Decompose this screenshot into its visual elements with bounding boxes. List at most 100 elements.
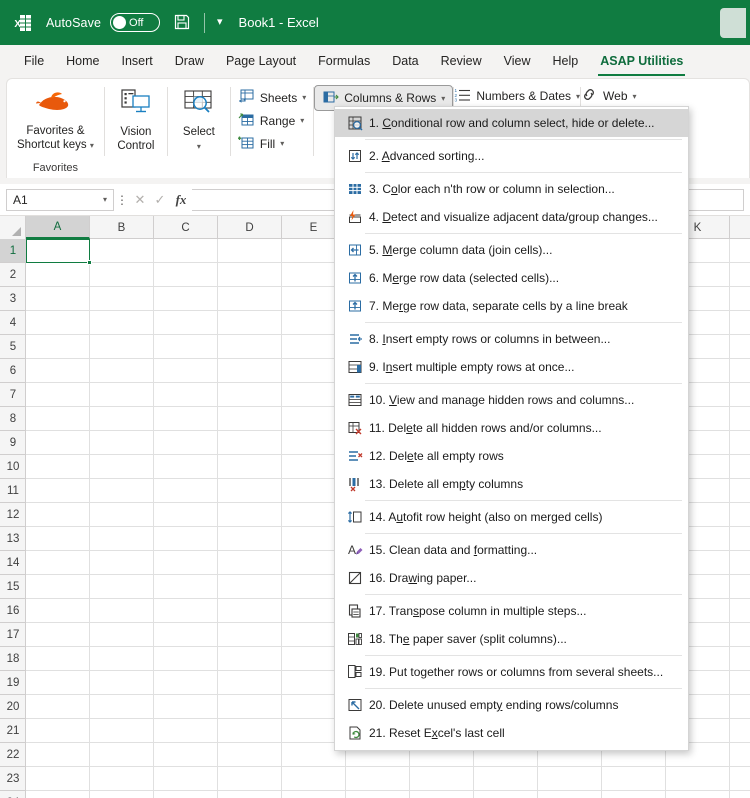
tab-help[interactable]: Help: [543, 50, 589, 73]
column-header-B[interactable]: B: [90, 216, 154, 239]
row-header-22[interactable]: 22: [0, 743, 26, 767]
tab-page-layout[interactable]: Page Layout: [216, 50, 306, 73]
tab-insert[interactable]: Insert: [112, 50, 163, 73]
column-header-D[interactable]: D: [218, 216, 282, 239]
row-header-6[interactable]: 6: [0, 359, 26, 383]
menu-item-label: 8. Insert empty rows or columns in betwe…: [369, 332, 611, 346]
menu-item-label: 11. Delete all hidden rows and/or column…: [369, 421, 602, 435]
tab-formulas[interactable]: Formulas: [308, 50, 380, 73]
qat-separator: [204, 12, 206, 33]
menu-item-11[interactable]: 11. Delete all hidden rows and/or column…: [335, 414, 688, 442]
row-header-4[interactable]: 4: [0, 311, 26, 335]
menu-separator: [365, 655, 682, 656]
menu-item-2[interactable]: 2. Advanced sorting...: [335, 142, 688, 170]
menu-item-21[interactable]: 21. Reset Excel's last cell: [335, 719, 688, 747]
row-header-1[interactable]: 1: [0, 239, 26, 263]
vertical-dots-icon[interactable]: ⋮: [114, 194, 130, 206]
menu-item-10[interactable]: 10. View and manage hidden rows and colu…: [335, 386, 688, 414]
row-header-21[interactable]: 21: [0, 719, 26, 743]
menu-item-17[interactable]: 17. Transpose column in multiple steps..…: [335, 597, 688, 625]
name-box[interactable]: A1 ▾: [6, 188, 114, 211]
menu-item-label: 15. Clean data and formatting...: [369, 543, 538, 557]
enter-check-icon[interactable]: ✓: [150, 192, 170, 208]
menu-item-18[interactable]: 18. The paper saver (split columns)...: [335, 625, 688, 653]
tab-home[interactable]: Home: [56, 50, 109, 73]
excel-window: X AutoSave Off ▾ Book1 - Excel File Home…: [0, 0, 750, 798]
menu-separator: [365, 594, 682, 595]
chevron-down-icon: ▾: [196, 142, 201, 151]
row-header-17[interactable]: 17: [0, 623, 26, 647]
menu-item-14[interactable]: 14. Autofit row height (also on merged c…: [335, 503, 688, 531]
range-button[interactable]: Range ▾: [238, 112, 306, 130]
autosave-toggle[interactable]: Off: [110, 13, 161, 32]
menu-item-4[interactable]: 4. Detect and visualize adjacent data/gr…: [335, 203, 688, 231]
grid-line: [153, 239, 154, 798]
menu-item-6[interactable]: 6. Merge row data (selected cells)...: [335, 264, 688, 292]
menu-item-15[interactable]: A 15. Clean data and formatting...: [335, 536, 688, 564]
fx-icon[interactable]: fx: [170, 192, 192, 208]
row-header-2[interactable]: 2: [0, 263, 26, 287]
row-header-19[interactable]: 19: [0, 671, 26, 695]
row-header-23[interactable]: 23: [0, 767, 26, 791]
menu-item-19[interactable]: 19. Put together rows or columns from se…: [335, 658, 688, 686]
row-header-11[interactable]: 11: [0, 479, 26, 503]
row-header-24[interactable]: 24: [0, 791, 26, 798]
row-header-18[interactable]: 18: [0, 647, 26, 671]
select-button[interactable]: Select ▾: [168, 86, 230, 156]
row-header-5[interactable]: 5: [0, 335, 26, 359]
tab-file[interactable]: File: [14, 50, 54, 73]
svg-text:A: A: [348, 543, 356, 557]
row-header-8[interactable]: 8: [0, 407, 26, 431]
menu-item-12[interactable]: 12. Delete all empty rows: [335, 442, 688, 470]
delete-hidden-icon: [341, 420, 369, 436]
menu-item-8[interactable]: 8. Insert empty rows or columns in betwe…: [335, 325, 688, 353]
row-header-14[interactable]: 14: [0, 551, 26, 575]
fill-handle[interactable]: [87, 260, 92, 265]
tab-review[interactable]: Review: [431, 50, 492, 73]
tab-view[interactable]: View: [494, 50, 541, 73]
selected-cell-A1[interactable]: [26, 239, 90, 263]
chevron-down-icon[interactable]: ▾: [217, 17, 223, 28]
save-icon[interactable]: [173, 13, 192, 32]
excel-logo-icon: X: [10, 11, 34, 35]
fill-button[interactable]: Fill ▾: [237, 135, 306, 153]
row-header-10[interactable]: 10: [0, 455, 26, 479]
window-title: Book1 - Excel: [238, 15, 319, 30]
menu-item-13[interactable]: 13. Delete all empty columns: [335, 470, 688, 498]
row-header-16[interactable]: 16: [0, 599, 26, 623]
tab-asap-utilities[interactable]: ASAP Utilities: [590, 50, 693, 77]
column-header-C[interactable]: C: [154, 216, 218, 239]
column-header-A[interactable]: A: [26, 216, 90, 239]
row-header-12[interactable]: 12: [0, 503, 26, 527]
cancel-x-icon[interactable]: ✕: [130, 192, 150, 208]
row-header-13[interactable]: 13: [0, 527, 26, 551]
row-header-20[interactable]: 20: [0, 695, 26, 719]
chevron-down-icon[interactable]: ▾: [103, 195, 107, 204]
select-all-corner[interactable]: [0, 216, 26, 239]
delete-unused-icon: [341, 697, 369, 713]
favorites-shortcut-keys-button[interactable]: Favorites & Shortcut keys ▾: [7, 87, 104, 155]
row-header-7[interactable]: 7: [0, 383, 26, 407]
window-controls-area[interactable]: [720, 8, 746, 38]
menu-item-16[interactable]: 16. Drawing paper...: [335, 564, 688, 592]
grid-line: [729, 239, 730, 798]
sheets-button[interactable]: Sheets ▾: [238, 89, 306, 107]
row-header-15[interactable]: 15: [0, 575, 26, 599]
numbers-dates-button-label: Numbers & Dates: [476, 89, 572, 103]
menu-item-20[interactable]: 20. Delete unused empty ending rows/colu…: [335, 691, 688, 719]
menu-item-9[interactable]: 9. Insert multiple empty rows at once...: [335, 353, 688, 381]
menu-item-5[interactable]: 5. Merge column data (join cells)...: [335, 236, 688, 264]
menu-item-1[interactable]: 1. Conditional row and column select, hi…: [335, 109, 688, 137]
numbers-dates-button[interactable]: 1 2 3 Numbers & Dates ▾: [454, 87, 580, 105]
tab-data[interactable]: Data: [382, 50, 428, 73]
autosave-label: AutoSave: [46, 15, 102, 30]
tab-draw[interactable]: Draw: [165, 50, 214, 73]
web-button[interactable]: Web ▾: [581, 87, 637, 105]
row-header-3[interactable]: 3: [0, 287, 26, 311]
vision-control-button[interactable]: Vision Control: [105, 86, 167, 156]
menu-item-label: 13. Delete all empty columns: [369, 477, 524, 491]
menu-item-3[interactable]: 3. Color each n'th row or column in sele…: [335, 175, 688, 203]
row-header-9[interactable]: 9: [0, 431, 26, 455]
columns-and-rows-menu[interactable]: 1. Conditional row and column select, hi…: [334, 106, 689, 751]
menu-item-7[interactable]: 7. Merge row data, separate cells by a l…: [335, 292, 688, 320]
